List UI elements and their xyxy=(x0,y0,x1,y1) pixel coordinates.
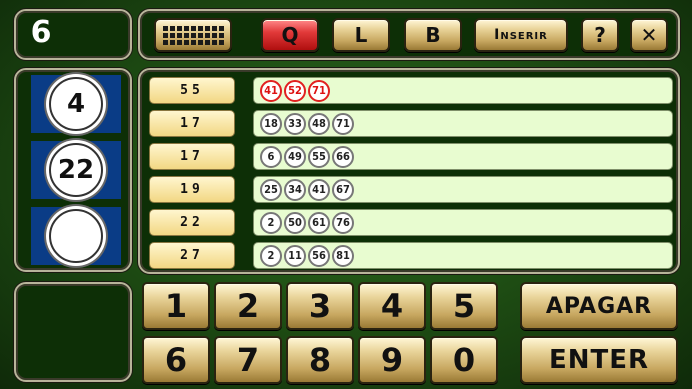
card-row[interactable]: 41 52 71 xyxy=(253,77,673,104)
key-3[interactable]: 3 xyxy=(286,282,354,330)
number-ball: 18 xyxy=(260,112,282,135)
number-ball: 41 xyxy=(260,79,282,102)
number-ball: 56 xyxy=(308,244,330,267)
card-count: 55 xyxy=(149,77,235,104)
number-ball: 61 xyxy=(308,211,330,234)
key-9[interactable]: 9 xyxy=(358,336,426,384)
drawn-slot: 22 xyxy=(31,141,121,199)
drawn-balls-panel: 4 22 xyxy=(14,68,132,272)
number-ball: 41 xyxy=(308,178,330,201)
number-ball: 2 xyxy=(260,211,282,234)
drawn-ball-empty xyxy=(49,209,103,263)
key-2[interactable]: 2 xyxy=(214,282,282,330)
info-panel xyxy=(14,282,132,382)
key-4[interactable]: 4 xyxy=(358,282,426,330)
number-ball: 81 xyxy=(332,244,354,267)
card-count: 22 xyxy=(149,209,235,236)
number-ball: 34 xyxy=(284,178,306,201)
number-ball: 52 xyxy=(284,79,306,102)
b-button[interactable]: B xyxy=(404,18,462,52)
inserir-button[interactable]: Inserir xyxy=(474,18,568,52)
key-6[interactable]: 6 xyxy=(142,336,210,384)
ball-count: 6 xyxy=(30,15,52,50)
key-8[interactable]: 8 xyxy=(286,336,354,384)
l-button[interactable]: L xyxy=(332,18,390,52)
grid-button[interactable] xyxy=(154,18,232,52)
number-ball: 25 xyxy=(260,178,282,201)
ball-count-panel: 6 xyxy=(14,9,132,60)
number-ball: 48 xyxy=(308,112,330,135)
card-row[interactable]: 2 11 56 81 xyxy=(253,242,673,269)
close-button[interactable]: ✕ xyxy=(630,18,668,52)
drawn-ball: 22 xyxy=(49,143,103,197)
key-7[interactable]: 7 xyxy=(214,336,282,384)
enter-button[interactable]: ENTER xyxy=(520,336,678,384)
key-1[interactable]: 1 xyxy=(142,282,210,330)
number-ball: 71 xyxy=(308,79,330,102)
number-ball: 76 xyxy=(332,211,354,234)
cards-panel: 55 17 17 19 22 27 41 52 71 18 33 48 71 6… xyxy=(138,68,680,274)
drawn-slot xyxy=(31,207,121,265)
help-button[interactable]: ? xyxy=(581,18,619,52)
number-ball: 33 xyxy=(284,112,306,135)
number-ball: 49 xyxy=(284,145,306,168)
key-0[interactable]: 0 xyxy=(430,336,498,384)
drawn-slot: 4 xyxy=(31,75,121,133)
drawn-ball: 4 xyxy=(49,77,103,131)
apagar-button[interactable]: APAGAR xyxy=(520,282,678,330)
card-row[interactable]: 18 33 48 71 xyxy=(253,110,673,137)
card-count: 17 xyxy=(149,110,235,137)
card-row[interactable]: 25 34 41 67 xyxy=(253,176,673,203)
card-row[interactable]: 6 49 55 66 xyxy=(253,143,673,170)
toolbar: Q L B Inserir ? ✕ xyxy=(138,9,680,60)
number-ball: 55 xyxy=(308,145,330,168)
grid-icon xyxy=(162,25,224,45)
number-ball: 67 xyxy=(332,178,354,201)
number-ball: 6 xyxy=(260,145,282,168)
card-row[interactable]: 2 50 61 76 xyxy=(253,209,673,236)
key-5[interactable]: 5 xyxy=(430,282,498,330)
number-ball: 11 xyxy=(284,244,306,267)
q-button[interactable]: Q xyxy=(261,18,319,52)
number-ball: 66 xyxy=(332,145,354,168)
card-count: 27 xyxy=(149,242,235,269)
number-ball: 71 xyxy=(332,112,354,135)
card-count: 19 xyxy=(149,176,235,203)
number-ball: 50 xyxy=(284,211,306,234)
number-ball: 2 xyxy=(260,244,282,267)
card-count: 17 xyxy=(149,143,235,170)
